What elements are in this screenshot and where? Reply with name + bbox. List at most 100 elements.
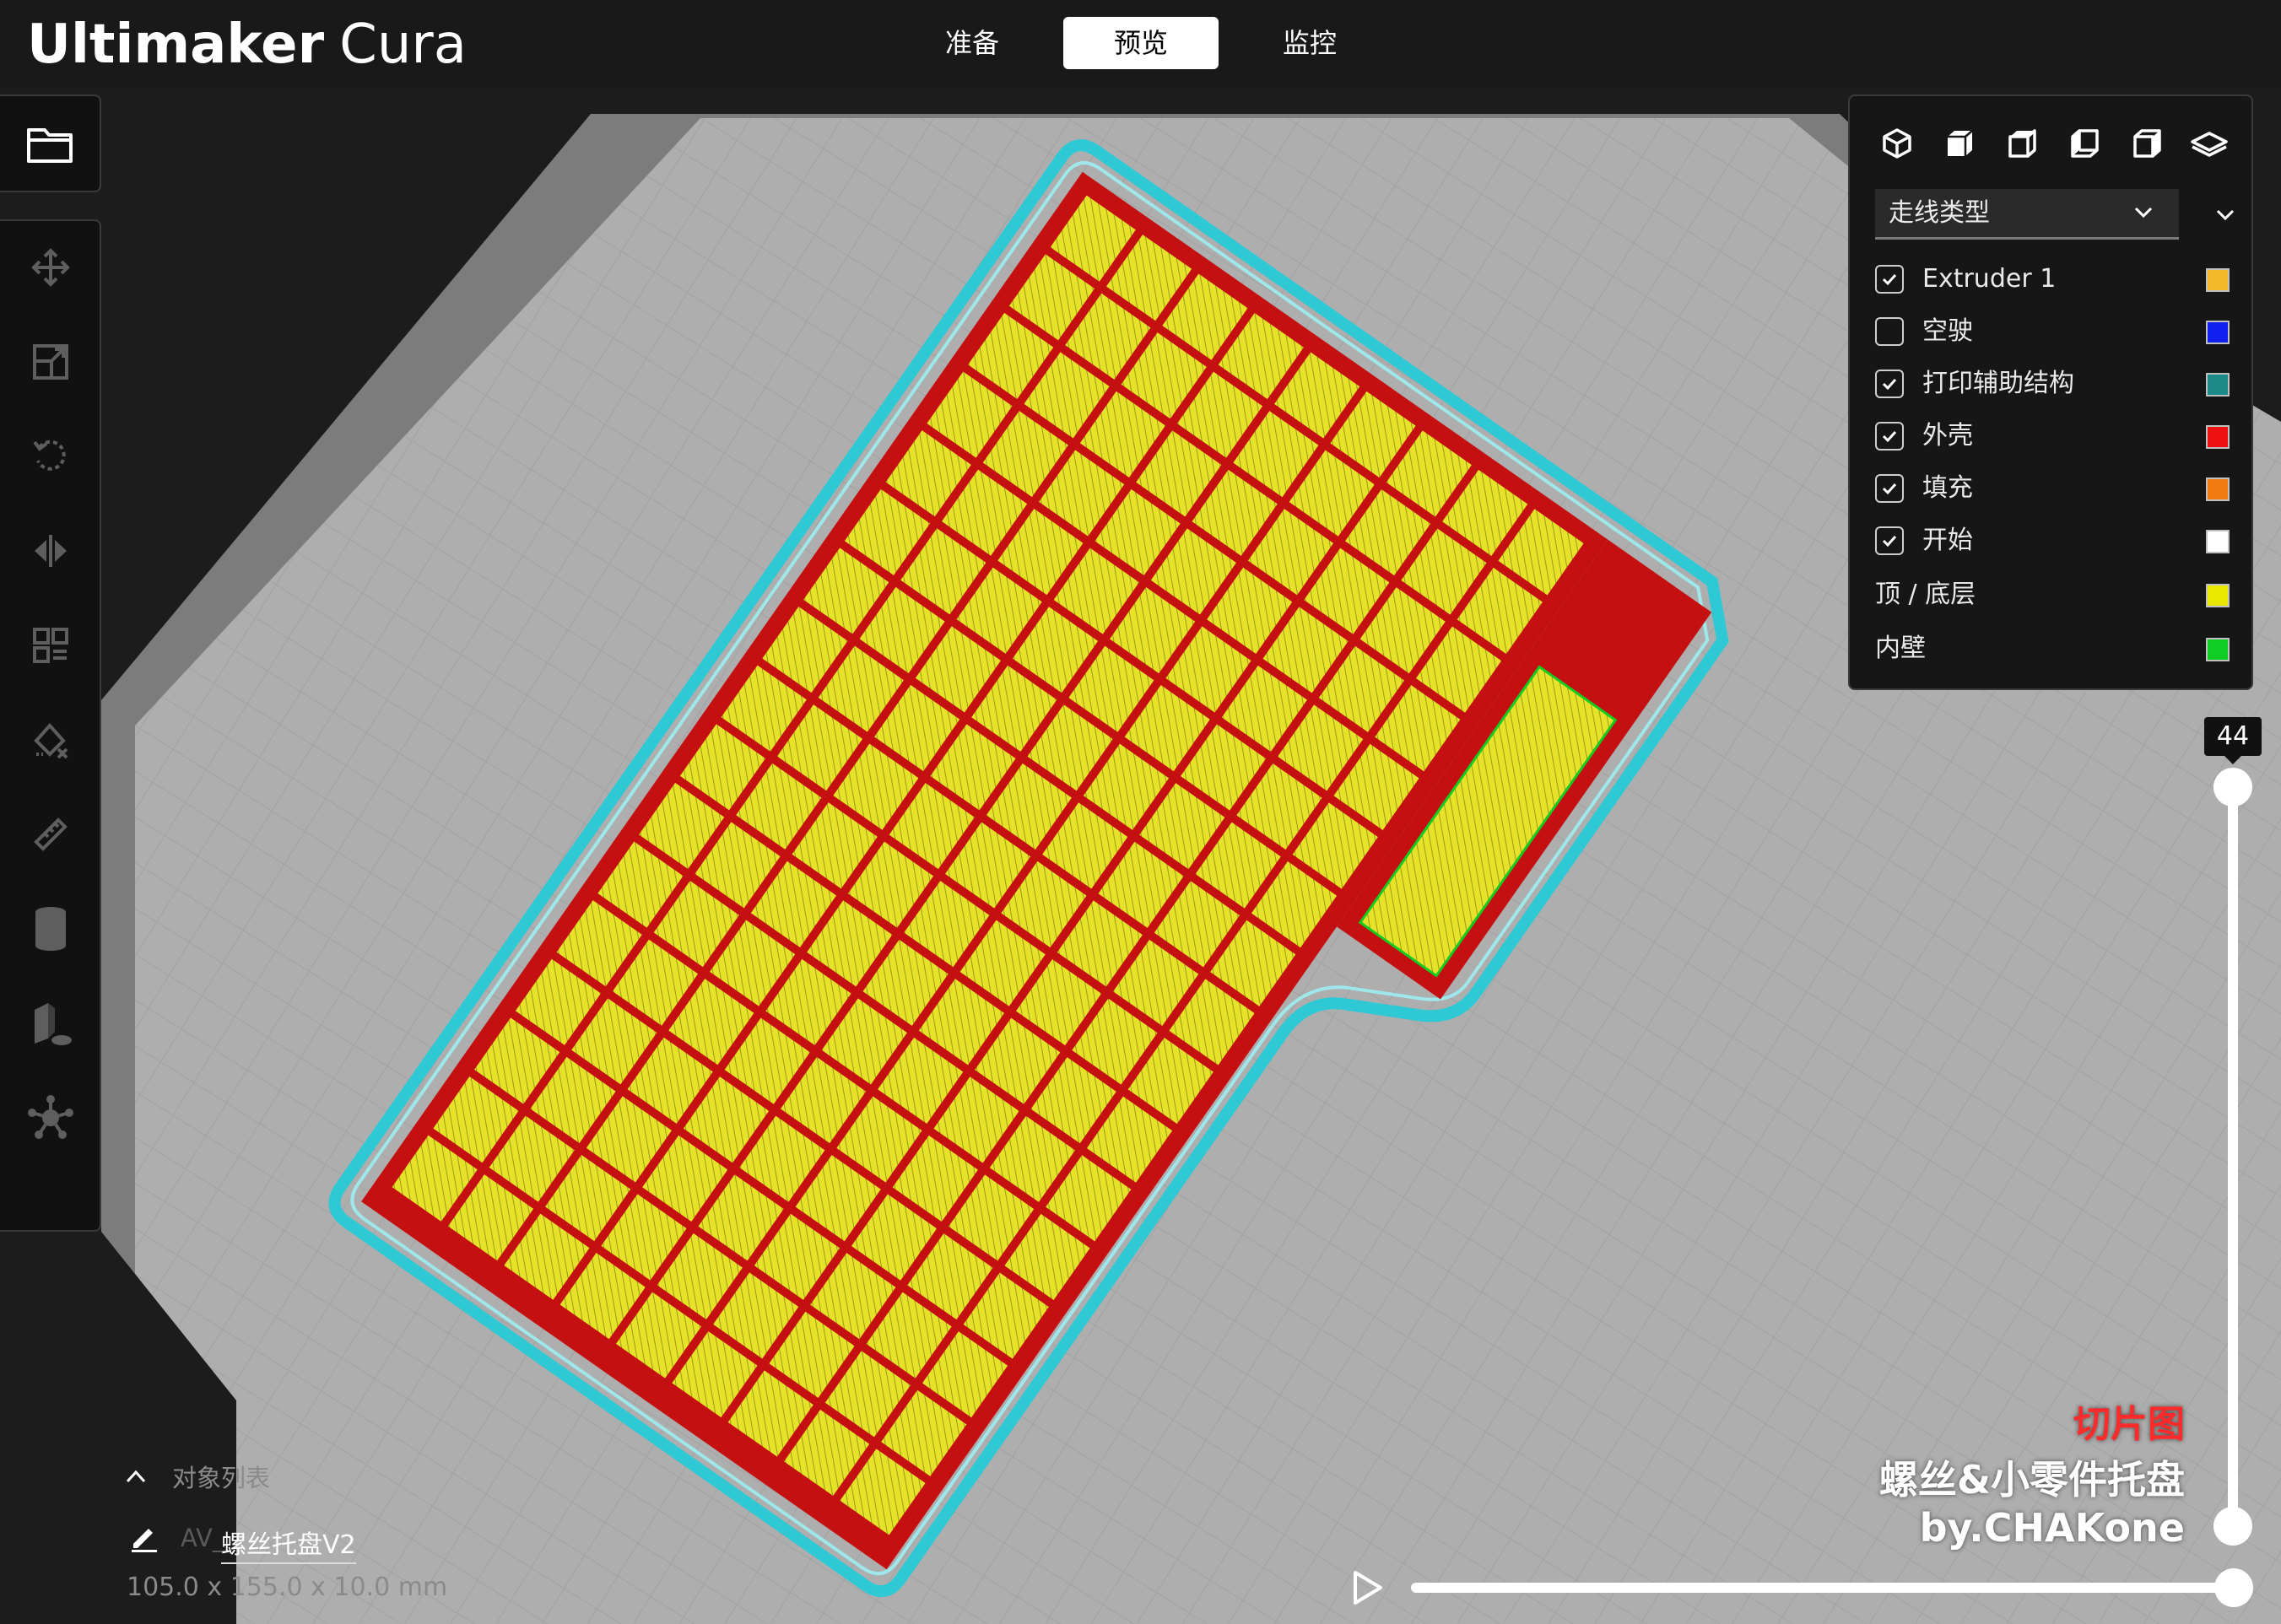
right-view-icon [2133, 129, 2161, 158]
chevron-up-icon [126, 1470, 146, 1483]
header-bar: Ultimaker Cura 准备 预览 监控 [0, 0, 2281, 89]
per-model-settings-tool[interactable] [0, 599, 101, 692]
scale-icon [33, 344, 68, 380]
legend-row-top-bottom: 顶 / 底层 [1875, 575, 2230, 618]
legend-label: 开始 [1922, 526, 1973, 555]
panel-collapse-button[interactable] [2204, 189, 2246, 240]
tool-toolbar [0, 219, 101, 1232]
app-logo: Ultimaker Cura [27, 7, 467, 83]
cylinder-tool[interactable] [0, 882, 101, 975]
move-icon [31, 248, 70, 287]
play-icon[interactable] [1349, 1569, 1386, 1606]
legend-row-travel: 空驶 [1875, 312, 2230, 354]
checkmark-icon [1882, 430, 1897, 443]
measure-tool[interactable] [0, 788, 101, 881]
infill-checkbox[interactable] [1875, 474, 1904, 503]
color-scheme-value: 走线类型 [1889, 198, 1990, 228]
mirror-icon [35, 535, 67, 567]
camera-3d-button[interactable] [1873, 120, 1921, 167]
cylinder-icon [35, 907, 66, 951]
support-tool[interactable] [0, 1071, 101, 1164]
legend-swatch [2206, 638, 2230, 661]
starts-checkbox[interactable] [1875, 526, 1904, 555]
folder-icon [27, 128, 73, 163]
camera-front-button[interactable] [1936, 120, 1983, 167]
chevron-down-icon [2134, 207, 2153, 219]
checkmark-icon [1882, 273, 1897, 286]
legend-swatch [2206, 584, 2230, 607]
path-slider-track[interactable] [1411, 1583, 2240, 1593]
mirror-tool[interactable] [0, 504, 101, 597]
camera-top-button[interactable] [1998, 120, 2046, 167]
star-icon [28, 1095, 73, 1139]
legend-label: 打印辅助结构 [1922, 369, 2074, 398]
caption-author: by.CHAKone [1919, 1505, 2185, 1551]
object-custom-icon [35, 1003, 72, 1045]
legend-label: 填充 [1922, 473, 1973, 503]
legend-swatch [2206, 477, 2230, 501]
legend-label: Extruder 1 [1922, 264, 2057, 294]
layer-slider-upper-handle[interactable] [2213, 768, 2252, 807]
legend-swatch [2206, 530, 2230, 553]
legend-row-inner-wall: 内壁 [1875, 629, 2230, 672]
scale-tool[interactable] [0, 316, 101, 408]
legend-swatch [2206, 373, 2230, 397]
layer-slider-track[interactable] [2228, 788, 2238, 1527]
color-scheme-dropdown[interactable]: 走线类型 [1875, 189, 2179, 240]
legend-label: 外壳 [1922, 421, 1973, 451]
brand-name-light: Cura [339, 13, 467, 76]
legend-label: 空驶 [1922, 316, 1973, 346]
tab-monitor[interactable]: 监控 [1232, 17, 1387, 69]
layer-view-icon [2191, 132, 2228, 157]
legend-swatch [2206, 321, 2230, 344]
top-view-icon [2008, 129, 2036, 158]
rotate-tool[interactable] [0, 410, 101, 503]
object-list-toggle[interactable]: 对象列表 [125, 1458, 270, 1495]
legend-row-starts: 开始 [1875, 521, 2230, 564]
object-dimensions: 105.0 x 155.0 x 10.0 mm [127, 1573, 448, 1602]
object-name-field[interactable]: 螺丝托盘V2 [221, 1524, 356, 1564]
chevron-down-icon [2216, 209, 2235, 221]
checkmark-icon [1882, 483, 1897, 495]
travel-checkbox[interactable] [1875, 317, 1904, 346]
legend-swatch [2206, 425, 2230, 449]
layer-label-pointer [2224, 756, 2241, 764]
pencil-icon[interactable] [128, 1520, 160, 1552]
legend-row-helpers: 打印辅助结构 [1875, 364, 2230, 407]
legend-swatch [2206, 268, 2230, 292]
layer-slider-lower-handle[interactable] [2213, 1507, 2252, 1546]
open-file-button[interactable] [0, 94, 101, 192]
object-name-prefix: AV_ [181, 1524, 225, 1552]
support-blocker-icon [34, 722, 68, 759]
3d-view-icon [1883, 128, 1911, 159]
checkmark-icon [1882, 378, 1897, 391]
legend-label: 内壁 [1875, 634, 1926, 663]
camera-layer-button[interactable] [2186, 120, 2233, 167]
checkmark-icon [1882, 535, 1897, 548]
current-layer-label: 44 [2204, 717, 2262, 756]
helpers-checkbox[interactable] [1875, 370, 1904, 398]
camera-left-button[interactable] [2061, 120, 2108, 167]
front-view-icon [1948, 130, 1973, 156]
legend-row-infill: 填充 [1875, 469, 2230, 511]
stage-tabs: 准备 预览 监控 [895, 17, 1401, 69]
left-view-icon [2071, 129, 2099, 158]
camera-right-button[interactable] [2123, 120, 2170, 167]
object-list-label: 对象列表 [172, 1464, 271, 1492]
caption-title: 切片图 [2073, 1403, 2185, 1446]
caption-subtitle: 螺丝&小零件托盘 [1878, 1457, 2185, 1503]
legend-row-extruder: Extruder 1 [1875, 260, 2230, 302]
legend-row-shell: 外壳 [1875, 417, 2230, 459]
custom-object-tool[interactable] [0, 977, 101, 1070]
extruder-checkbox[interactable] [1875, 265, 1904, 294]
brand-name-bold: Ultimaker [27, 13, 325, 76]
view-settings-panel: 走线类型 Extruder 1 空驶 打印辅助结构 外壳 填充 开始 顶 / 底… [1848, 94, 2253, 690]
support-blocker-tool[interactable] [0, 693, 101, 786]
move-tool[interactable] [0, 221, 101, 314]
ruler-icon [34, 817, 68, 851]
tab-prepare[interactable]: 准备 [895, 17, 1050, 69]
path-slider-handle[interactable] [2214, 1568, 2253, 1607]
legend-label: 顶 / 底层 [1875, 580, 1976, 609]
tab-preview[interactable]: 预览 [1063, 17, 1219, 69]
shell-checkbox[interactable] [1875, 422, 1904, 451]
